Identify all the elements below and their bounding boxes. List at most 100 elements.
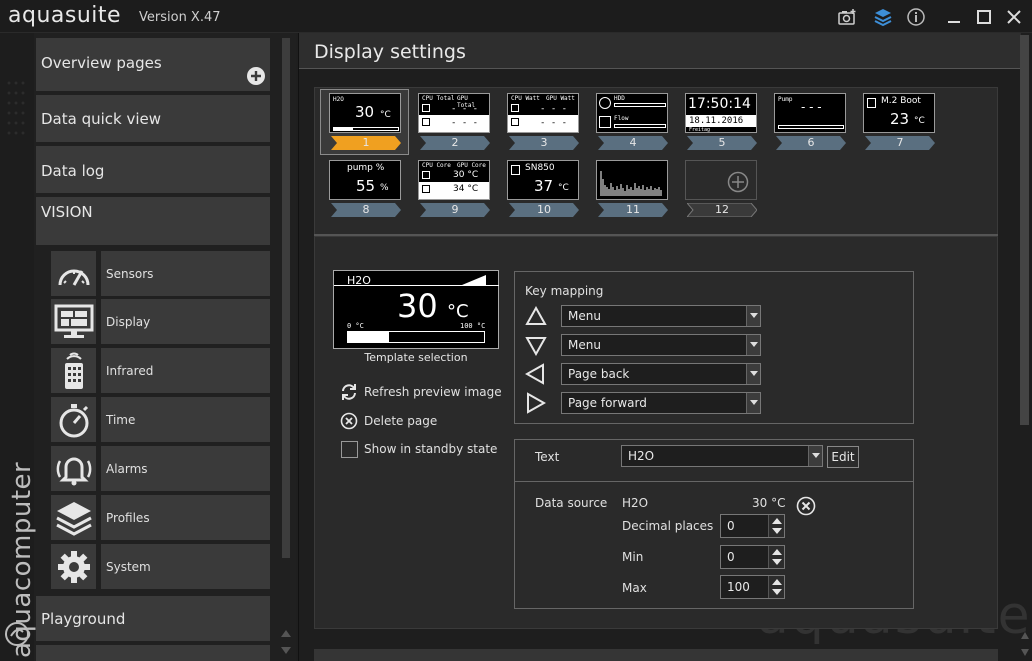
page-number: 11 [626,203,640,216]
nav-playground-label: Playground [41,610,126,628]
data-source-value: 30 °C [752,496,786,510]
gauge-icon[interactable] [51,251,96,296]
decimal-places-spinner[interactable]: 0 [720,514,785,538]
page-preview-7: M.2 Boot 23 °C [863,93,935,133]
chevron-down-icon [808,446,822,466]
template-preview[interactable]: H2O 30 °C 0 °C 100 °C [333,270,499,349]
nav-data-log[interactable]: Data log [36,146,270,193]
page-number: 9 [451,203,459,216]
template-unit: °C [447,301,469,322]
template-bar-fill [348,332,389,342]
chevron-down-icon [746,393,760,413]
up-arrow-key-icon [525,306,547,325]
nav-alarms[interactable]: Alarms [101,446,270,491]
thumb-bar [614,124,666,128]
page-preview-9: CPU Core GPU Core 30 °C 34 °C [418,160,490,200]
thumb-value: 23 [890,110,910,128]
monitor-icon[interactable] [51,299,96,344]
page-tag-7: 7 [865,136,935,150]
page-tag-8: 8 [331,203,401,217]
edit-button[interactable]: Edit [827,446,859,468]
add-page-icon[interactable] [246,66,266,86]
layers-icon[interactable] [872,6,894,28]
nav-infrared[interactable]: Infrared [101,348,270,393]
nav-next-item[interactable] [36,645,270,661]
main-header: Display settings [299,33,1021,69]
template-selection-label: Template selection [364,351,468,364]
dot-pattern-icon [7,81,25,135]
page-number: 2 [451,136,459,149]
spinner-arrows-icon[interactable] [768,576,784,598]
refresh-preview-button[interactable]: Refresh preview image [339,382,502,402]
gpu-chip-icon [422,118,430,126]
main-scrollbar[interactable] [1020,35,1029,425]
sidebar-scroll-arrows-icon[interactable] [280,627,292,657]
spinner-arrows-icon[interactable] [768,546,784,568]
template-bar [347,331,485,343]
brand-strip: aquacomputer [0,33,37,661]
chevron-down-icon [746,364,760,384]
thumb-row1: 30 °C [453,170,479,180]
nav-system[interactable]: System [101,544,270,589]
delete-page-button[interactable]: Delete page [339,411,437,431]
key-right-dropdown[interactable]: Page forward [561,392,761,414]
min-spinner[interactable]: 0 [720,545,785,569]
remote-icon[interactable] [51,348,96,393]
gear-icon[interactable] [51,544,96,589]
max-spinner[interactable]: 100 [720,575,785,599]
nav-overview-pages-label: Overview pages [41,54,162,72]
minimize-icon[interactable] [943,6,965,28]
thumb-value: - - - [801,100,822,114]
history-graph-icon [600,171,662,196]
cpu-chip-icon [422,171,430,179]
thumb-unit: °C [380,110,391,120]
main-area: Display settings aquasuite H2O 30 °C 1 C… [298,33,1032,661]
template-rule [334,285,499,286]
sidebar-scrollbar[interactable] [282,38,290,558]
close-icon[interactable] [1003,6,1025,28]
thumb-title: SN850 [525,163,555,173]
stopwatch-icon[interactable] [51,397,96,442]
key-up-dropdown[interactable]: Menu [561,305,761,327]
nav-overview-pages[interactable]: Overview pages [36,38,270,91]
key-down-dropdown[interactable]: Menu [561,334,761,356]
maximize-icon[interactable] [973,6,995,28]
nav-profiles[interactable]: Profiles [101,495,270,540]
brand-logo-icon [5,622,29,646]
max-label: Max [622,581,647,595]
thumb-row2: - - - [451,118,479,128]
nav-time[interactable]: Time [101,397,270,442]
nav-sensors[interactable]: Sensors [101,251,270,296]
info-icon[interactable] [905,6,927,28]
standby-checkbox-row[interactable]: Show in standby state [339,439,497,459]
layers-icon[interactable] [51,495,96,540]
thumb-unit: °C [558,183,569,193]
thumb-row1: - - - [540,104,568,114]
flow-icon [599,116,611,128]
cpu-chip-icon [511,104,519,112]
nav-vision[interactable]: VISION [36,197,270,245]
right-arrow-key-icon [527,392,546,414]
page-tag-9: 9 [420,203,490,217]
page-preview-10: SN850 37 °C [507,160,579,200]
page-number: 7 [896,136,904,149]
camera-add-icon[interactable] [836,6,858,28]
page-preview-2: CPU Total GPU Total - - - - - - [418,93,490,133]
left-arrow-key-icon [525,363,544,385]
signal-bar-icon [462,275,486,285]
remove-source-icon[interactable] [796,496,816,516]
add-circle-icon[interactable] [727,171,749,193]
alarm-bell-icon[interactable] [51,446,96,491]
nav-playground[interactable]: Playground [36,596,270,641]
page-tag-6: 6 [776,136,846,150]
text-dropdown[interactable]: H2O [621,445,823,467]
key-left-dropdown[interactable]: Page back [561,363,761,385]
spinner-arrows-icon[interactable] [768,515,784,537]
nav-display[interactable]: Display [101,299,270,344]
standby-checkbox[interactable] [339,439,359,459]
page-preview-6: Pump - - - [774,93,846,133]
page-tag-12: 12 [687,203,757,217]
page-number: 5 [718,136,726,149]
nav-data-quick-view[interactable]: Data quick view [36,95,270,142]
delete-circle-icon [339,411,359,431]
